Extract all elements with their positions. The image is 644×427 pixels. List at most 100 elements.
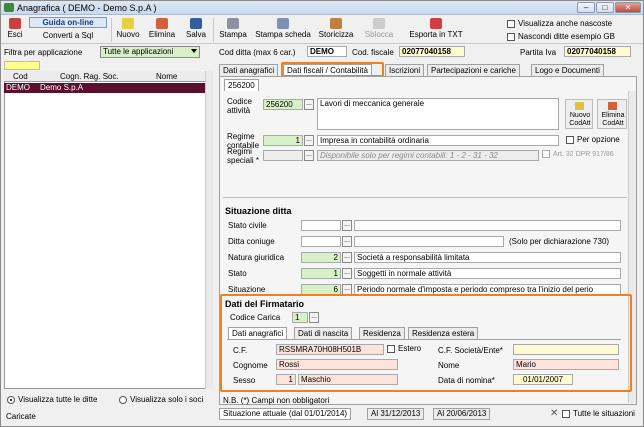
close-button[interactable]: ✕ xyxy=(615,2,641,13)
ftab-nascita[interactable]: Dati di nascita xyxy=(294,327,353,339)
stampa-scheda-button[interactable]: Stampa scheda xyxy=(253,16,313,44)
search-field[interactable] xyxy=(4,61,40,70)
codice-attivita-label: Codice attività xyxy=(227,97,252,115)
salva-button[interactable]: Salva xyxy=(182,16,210,44)
codice-desc-field[interactable]: Lavori di meccanica generale xyxy=(317,98,559,130)
radio-tutte[interactable]: Visualizza tutte le ditte xyxy=(7,395,97,404)
guida-button[interactable]: Guida on-line xyxy=(29,17,107,28)
opzione-checkbox[interactable] xyxy=(566,135,574,144)
sesso-field[interactable]: 1 xyxy=(276,374,296,385)
fcf-field[interactable]: RSSMRA70H08H501B xyxy=(276,344,384,355)
storicizza-button[interactable]: Storicizza xyxy=(315,16,357,44)
btab-2013-12[interactable]: Al 31/12/2013 xyxy=(367,408,425,420)
btab-2013-06[interactable]: Al 20/06/2013 xyxy=(433,408,491,420)
coniuge-field[interactable] xyxy=(301,236,341,247)
esempio-checkbox[interactable] xyxy=(507,32,515,41)
unlock-icon xyxy=(373,18,385,29)
maximize-button[interactable]: □ xyxy=(596,2,614,13)
cfsoc-field[interactable] xyxy=(513,344,619,355)
regime-desc-field[interactable]: Impresa in contabilità ordinaria xyxy=(317,135,559,146)
art-checkbox[interactable] xyxy=(542,150,550,158)
r1-label: Visualizza tutte le ditte xyxy=(18,395,98,404)
sblocca-button[interactable]: Sblocca xyxy=(361,16,397,44)
regime-field[interactable]: 1 xyxy=(263,135,303,146)
btab-attuale[interactable]: Situazione attuale (dal 01/01/2014) xyxy=(219,408,352,420)
stato-civile-lookup[interactable]: ... xyxy=(342,220,352,231)
natura-desc: Società a responsabilità limitata xyxy=(354,252,621,263)
converti-button[interactable]: Converti a Sql xyxy=(29,31,107,40)
nascoste-checkbox[interactable] xyxy=(507,19,515,28)
opt-esempio[interactable]: Nascondi ditte esempio GB xyxy=(507,32,615,41)
cognome-field[interactable]: Rossi xyxy=(276,359,398,370)
col-cod[interactable]: Cod xyxy=(13,72,28,81)
cf-label: Cod. fiscale xyxy=(352,48,394,57)
cod-ditta-label: Cod ditta (max 6 car.) xyxy=(219,48,296,57)
subtab-256200[interactable]: 256200 xyxy=(224,79,259,91)
natura-lookup[interactable]: ... xyxy=(342,252,352,263)
tutte-situazioni[interactable]: Tutte le situazioni xyxy=(562,409,635,418)
cod-ditta-field[interactable]: DEMO xyxy=(307,46,347,57)
elimina-button[interactable]: Elimina xyxy=(144,16,180,44)
stato-civile-label: Stato civile xyxy=(228,221,267,230)
tab-anagrafici[interactable]: Dati anagrafici xyxy=(219,64,279,76)
sblocca-label: Sblocca xyxy=(364,30,394,39)
coniuge-note: (Solo per dichiarazione 730) xyxy=(509,237,610,246)
speciali-field[interactable] xyxy=(263,150,303,161)
nuovo-button[interactable]: Nuovo xyxy=(114,16,142,44)
ftab-estera[interactable]: Residenza estera xyxy=(408,327,479,339)
close-icon[interactable]: ✕ xyxy=(550,408,558,419)
situazione-label: Situazione xyxy=(228,285,266,294)
table-row[interactable]: DEMO Demo S.p.A xyxy=(4,83,205,93)
esporta-button[interactable]: Esporta in TXT xyxy=(403,16,469,44)
art-label: Art. 32 DPR 917/86 xyxy=(553,150,614,158)
carica-field[interactable]: 1 xyxy=(292,312,308,323)
radio-soci[interactable]: Visualizza solo i soci xyxy=(119,395,203,404)
opt-nascoste[interactable]: Visualizza anche nascoste xyxy=(507,19,612,28)
elimina-codatt-button[interactable]: Elimina CodAtt xyxy=(597,99,627,129)
stato-field[interactable]: 1 xyxy=(301,268,341,279)
coniuge-lookup[interactable]: ... xyxy=(342,236,352,247)
opt1-label: Visualizza anche nascoste xyxy=(518,19,613,28)
nomina-field[interactable]: 01/01/2007 xyxy=(513,374,573,385)
ftab-anagrafici[interactable]: Dati anagrafici xyxy=(228,327,288,339)
chevron-down-icon[interactable] xyxy=(191,49,197,53)
app-icon xyxy=(4,3,14,12)
stato-lookup[interactable]: ... xyxy=(342,268,352,279)
highlight-tab xyxy=(281,62,384,77)
tutte-radio[interactable] xyxy=(7,395,15,404)
sesso-label: Sesso xyxy=(233,376,256,385)
codice-attivita-field[interactable]: 256200 xyxy=(263,99,303,110)
speciali-lookup-button[interactable]: ... xyxy=(304,150,314,161)
estero[interactable]: Estero xyxy=(387,344,421,353)
regime-lookup-button[interactable]: ... xyxy=(304,135,314,146)
list-scrollbar[interactable] xyxy=(205,71,213,389)
nome-field[interactable]: Mario xyxy=(513,359,619,370)
tutte-checkbox[interactable] xyxy=(562,409,570,418)
esci-label: Esci xyxy=(7,30,23,39)
carica-lookup[interactable]: ... xyxy=(309,312,319,323)
minimize-button[interactable]: – xyxy=(577,2,595,13)
ftab-residenza[interactable]: Residenza xyxy=(359,327,405,339)
stampa-button[interactable]: Stampa xyxy=(215,16,251,44)
col-nome[interactable]: Nome xyxy=(156,72,177,81)
stato-civile-field[interactable] xyxy=(301,220,341,231)
nome-label: Nome xyxy=(438,361,460,370)
per-opzione[interactable]: Per opzione xyxy=(566,135,620,144)
soci-radio[interactable] xyxy=(119,395,127,404)
divider xyxy=(223,197,627,198)
tab-logo[interactable]: Logo e Documenti xyxy=(531,64,604,76)
cf-field[interactable]: 02077040158 xyxy=(399,46,465,57)
esci-button[interactable]: Esci xyxy=(4,16,26,44)
list-header: Cod Cogn. Rag. Soc. Nome xyxy=(4,71,205,82)
estero-checkbox[interactable] xyxy=(387,344,395,353)
filter-select[interactable]: Tutte le applicazioni xyxy=(100,46,200,58)
tab-partecipazioni[interactable]: Partecipazioni e cariche xyxy=(427,64,520,76)
piva-field[interactable]: 02077040158 xyxy=(564,46,631,57)
codice-lookup-button[interactable]: ... xyxy=(304,99,314,110)
row-name: Demo S.p.A xyxy=(40,83,84,92)
tab-iscrizioni[interactable]: Iscrizioni xyxy=(385,64,425,76)
natura-field[interactable]: 2 xyxy=(301,252,341,263)
col-rag-soc[interactable]: Cogn. Rag. Soc. xyxy=(60,72,119,81)
art-32[interactable]: Art. 32 DPR 917/86 xyxy=(542,150,614,158)
nuovo-codatt-button[interactable]: Nuovo CodAtt xyxy=(565,99,593,129)
